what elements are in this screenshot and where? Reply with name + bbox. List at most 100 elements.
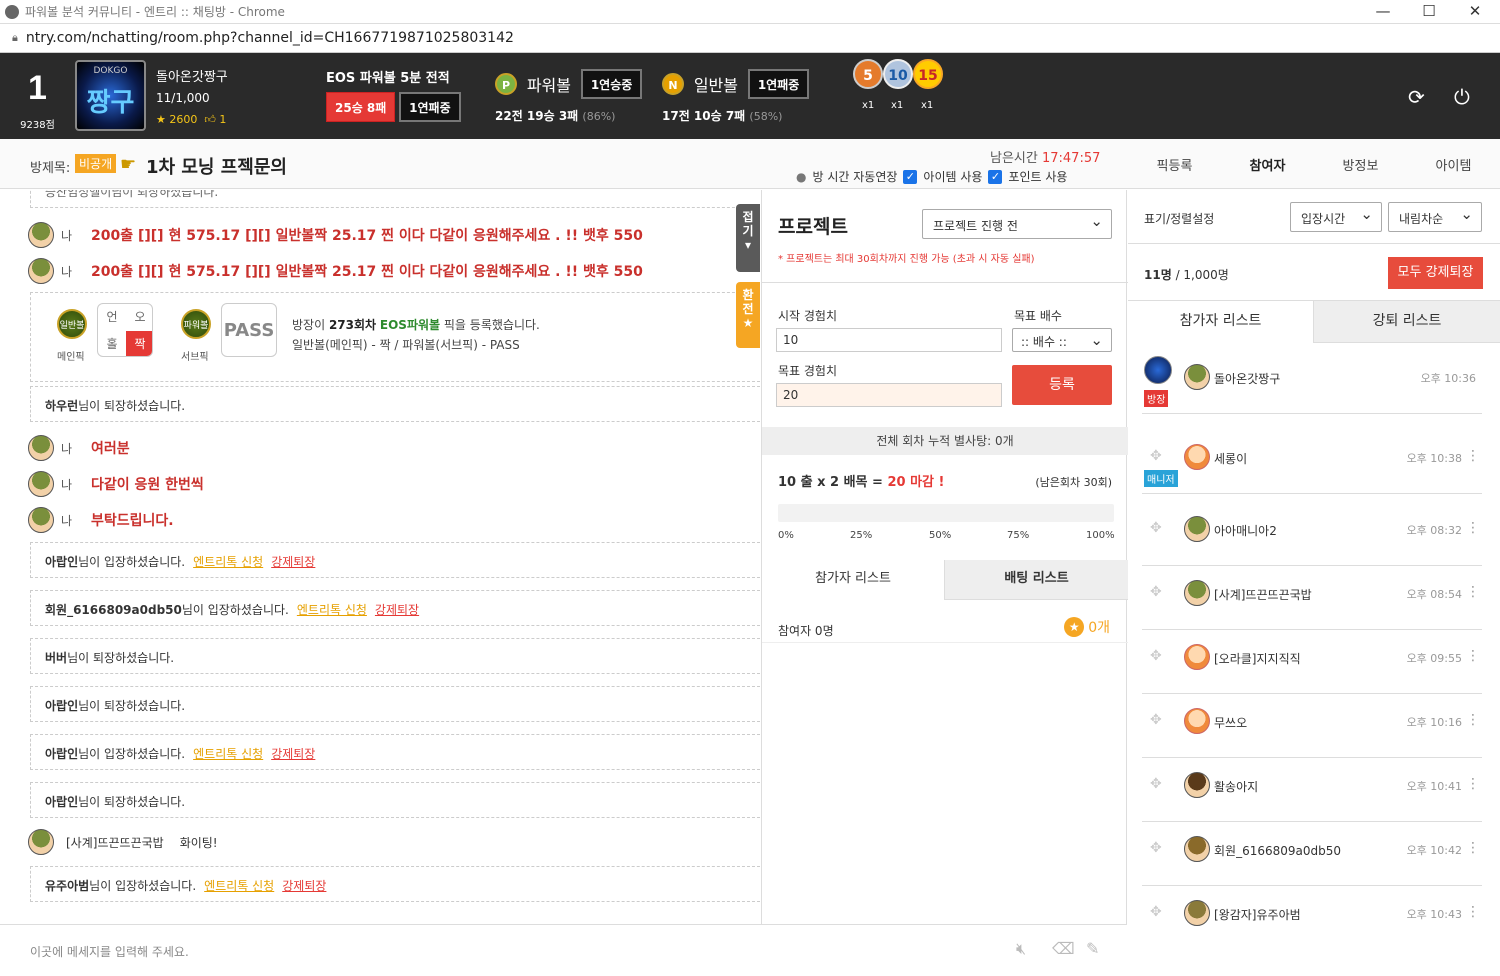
room-title-label: 방제목: (30, 161, 71, 176)
pin-icon[interactable]: ✥ (1150, 584, 1162, 600)
chat-sender[interactable]: [사계]뜨끈뜨끈국밥 (66, 834, 164, 851)
participant-item[interactable]: ✥ [왕감자]유주아범 오후 10:43 ⋮ (1142, 886, 1482, 950)
start-exp-input[interactable]: 10 (776, 328, 1002, 352)
participant-name[interactable]: 무쓰오 (1214, 714, 1247, 731)
user-name[interactable]: 유주아범 (45, 879, 89, 893)
exchange-tab[interactable]: 환전 ★ (736, 282, 760, 348)
user-name[interactable]: 버버 (45, 651, 67, 665)
pin-icon[interactable]: ✥ (1150, 648, 1162, 664)
avatar[interactable]: DOKGO 짱구 (75, 60, 146, 131)
participant-name[interactable]: [오라클]지지직직 (1214, 650, 1301, 667)
star-icon: ★ (156, 113, 166, 126)
url-text[interactable]: ntry.com/nchatting/room.php?channel_id=C… (26, 30, 514, 46)
participant-name[interactable]: [사계]뜨끈뜨끈국밥 (1214, 586, 1312, 603)
mute-icon[interactable]: 🔇︎ (1016, 939, 1026, 959)
point-use-checkbox[interactable]: ✓ (988, 169, 1003, 184)
user-name[interactable]: 아랍인 (45, 555, 78, 569)
magic-wand-icon[interactable]: ✎ (1086, 939, 1099, 958)
normalball-label: 일반볼 (693, 76, 738, 95)
register-button[interactable]: 등록 (1012, 365, 1112, 405)
fold-tab[interactable]: 접기 ▾ (736, 204, 760, 272)
kick-link[interactable]: 강제퇴장 (271, 747, 315, 761)
user-name[interactable]: 아랍인 (45, 699, 78, 713)
item-use-checkbox[interactable]: ✓ (903, 169, 918, 184)
chat-area[interactable]: 승찬임정헬이님이 퇴장하셨습니다. 나 200출 [][] 현 575.17 [… (0, 190, 760, 924)
new-user-avatar-icon (1184, 708, 1210, 734)
refresh-icon[interactable]: ⟳ (1408, 85, 1425, 109)
participant-item[interactable]: ✥ 아아매니아2 오후 08:32 ⋮ (1142, 502, 1482, 566)
entry-talk-apply-link[interactable]: 엔트리톡 신청 (193, 555, 263, 569)
eraser-icon[interactable]: ⌫ (1052, 939, 1075, 958)
chat-system-message: 아랍인님이 입장하셨습니다. 엔트리톡 신청 강제퇴장 (30, 542, 760, 578)
participant-item[interactable]: ✥ [사계]뜨끈뜨끈국밥 오후 08:54 ⋮ (1142, 566, 1482, 630)
pin-icon[interactable]: ✥ (1150, 520, 1162, 536)
pin-icon[interactable]: ✥ (1150, 840, 1162, 856)
pin-icon[interactable]: ✥ (1150, 448, 1162, 464)
participant-name[interactable]: 회원_6166809a0db50 (1214, 842, 1341, 859)
more-options-icon[interactable]: ⋮ (1466, 520, 1480, 536)
entry-talk-apply-link[interactable]: 엔트리톡 신청 (297, 603, 367, 617)
message-input-bar[interactable]: 이곳에 메세지를 입력해 주세요. 🔇︎ ⌫ ✎ (0, 924, 1127, 976)
remaining-label: 남은시간 (990, 151, 1038, 166)
more-options-icon[interactable]: ⋮ (1466, 840, 1480, 856)
participant-count-max: / 1,000명 (1171, 268, 1229, 282)
tab-participants[interactable]: 참여자 (1221, 155, 1314, 174)
participant-name[interactable]: [왕감자]유주아범 (1214, 906, 1301, 923)
kick-link[interactable]: 강제퇴장 (271, 555, 315, 569)
user-name[interactable]: 하우런 (45, 399, 78, 413)
powerball-icon: 파워볼 (181, 309, 211, 339)
tab-items[interactable]: 아이템 (1407, 155, 1500, 174)
more-options-icon[interactable]: ⋮ (1466, 448, 1480, 464)
pin-icon[interactable]: ✥ (1150, 712, 1162, 728)
kick-all-button[interactable]: 모두 강제퇴장 (1388, 257, 1483, 289)
sort-by-select[interactable]: 입장시간 (1290, 202, 1382, 232)
participant-name[interactable]: 활송아지 (1214, 778, 1258, 795)
pin-icon[interactable]: ✥ (1150, 904, 1162, 920)
user-name[interactable]: 회원_6166809a0db50 (45, 603, 182, 617)
entry-talk-apply-link[interactable]: 엔트리톡 신청 (204, 879, 274, 893)
auto-extend-label[interactable]: 방 시간 자동연장 (812, 168, 897, 185)
kick-link[interactable]: 강제퇴장 (375, 603, 419, 617)
participant-item[interactable]: ✥ [오라클]지지직직 오후 09:55 ⋮ (1142, 630, 1482, 694)
project-status-select[interactable]: 프로젝트 진행 전 (922, 209, 1112, 239)
more-options-icon[interactable]: ⋮ (1466, 776, 1480, 792)
tab-participant-list[interactable]: 참가자 리스트 (1128, 301, 1313, 343)
participant-item[interactable]: ✥ 활송아지 오후 10:41 ⋮ (1142, 758, 1482, 822)
target-exp-input[interactable]: 20 (776, 383, 1002, 407)
more-options-icon[interactable]: ⋮ (1466, 712, 1480, 728)
pin-icon[interactable]: ✥ (1150, 776, 1162, 792)
user-name[interactable]: 아랍인 (45, 795, 78, 809)
minimize-button[interactable]: — (1360, 0, 1406, 24)
entry-talk-apply-link[interactable]: 엔트리톡 신청 (193, 747, 263, 761)
participant-item[interactable]: 방장 돌아온갓짱구 오후 10:36 (1142, 350, 1482, 414)
more-options-icon[interactable]: ⋮ (1466, 648, 1480, 664)
close-window-button[interactable]: ✕ (1452, 0, 1498, 24)
user-name[interactable]: 아랍인 (45, 747, 78, 761)
participant-name[interactable]: 돌아온갓짱구 (1214, 370, 1280, 387)
participant-item[interactable]: ✥ 회원_6166809a0db50 오후 10:42 ⋮ (1142, 822, 1482, 886)
grid-over: 오 (134, 310, 146, 324)
more-options-icon[interactable]: ⋮ (1466, 904, 1480, 920)
tab-room-info[interactable]: 방정보 (1314, 155, 1407, 174)
participant-item[interactable]: ✥ 무쓰오 오후 10:16 ⋮ (1142, 694, 1482, 758)
target-mult-select[interactable]: :: 배수 :: (1012, 328, 1112, 352)
maximize-button[interactable]: ☐ (1406, 0, 1452, 24)
message-input[interactable]: 이곳에 메세지를 입력해 주세요. (30, 943, 189, 960)
normalball-pct: (58%) (749, 110, 783, 123)
lock-icon: 🔒︎ (12, 31, 18, 44)
tab-pick-register[interactable]: 픽등록 (1128, 155, 1221, 174)
pointing-hand-icon: ☛ (120, 154, 137, 175)
progress-bar (778, 504, 1114, 522)
power-icon[interactable]: ⏻ (1454, 85, 1470, 109)
participant-name[interactable]: 세롱이 (1214, 450, 1247, 467)
more-options-icon[interactable]: ⋮ (1466, 584, 1480, 600)
tab-project-participants[interactable]: 참가자 리스트 (762, 560, 945, 600)
tab-betting-list[interactable]: 배팅 리스트 (945, 560, 1128, 600)
system-text: 님이 입장하셨습니다. (78, 555, 186, 569)
tab-kicked-list[interactable]: 강퇴 리스트 (1313, 301, 1500, 343)
participant-name[interactable]: 아아매니아2 (1214, 522, 1277, 539)
participant-item[interactable]: ✥ 매니저 세롱이 오후 10:38 ⋮ (1142, 430, 1482, 494)
kick-link[interactable]: 강제퇴장 (282, 879, 326, 893)
address-bar[interactable]: 🔒︎ ntry.com/nchatting/room.php?channel_i… (0, 24, 1500, 53)
sort-order-select[interactable]: 내림차순 (1388, 202, 1482, 232)
